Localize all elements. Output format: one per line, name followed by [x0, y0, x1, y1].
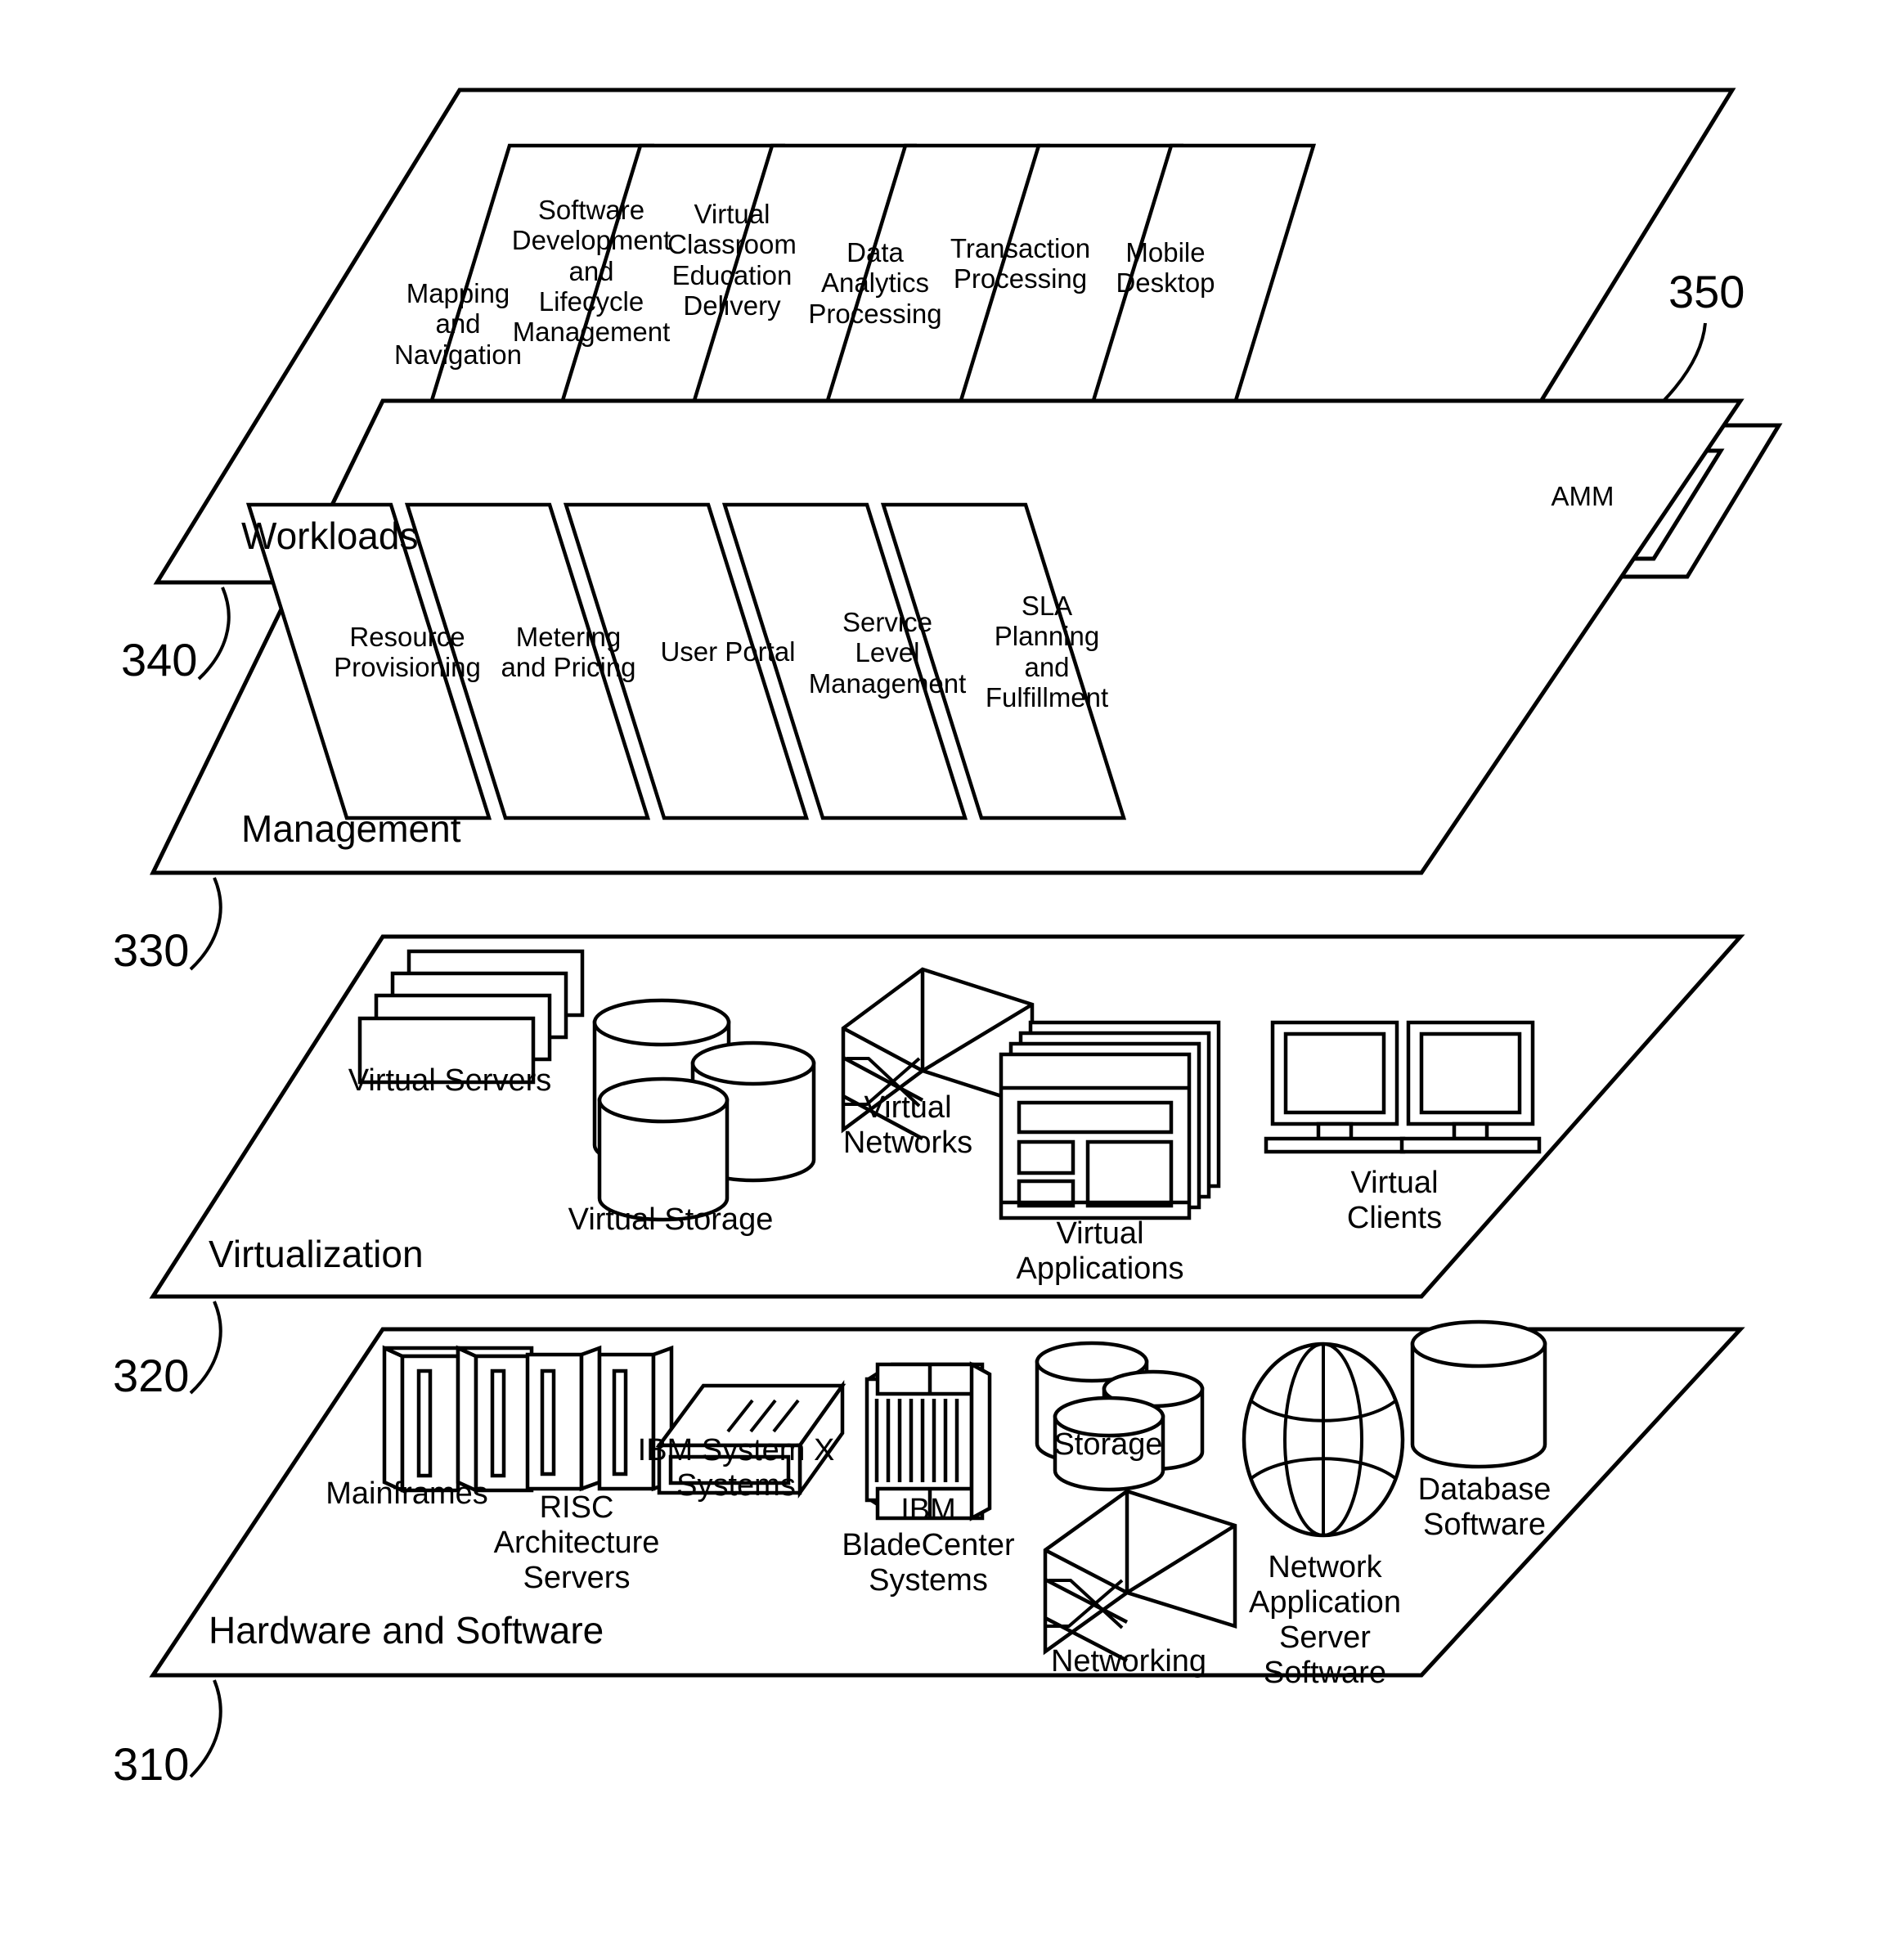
globe-icon: [1242, 1342, 1405, 1538]
ref-340: 340: [121, 634, 198, 685]
virtualization-item-label: Virtual Servers: [348, 1063, 552, 1098]
management-item-label: User Portal: [660, 636, 796, 667]
virtualization-item-label: Virtual Networks: [842, 1090, 973, 1160]
mainframe-rack-icon: [382, 1345, 534, 1494]
workloads-item-label: Virtual Classroom Education Delivery: [667, 199, 797, 321]
management-item-label: SLA Planning and Fulfillment: [985, 591, 1109, 712]
workloads-item-label: Mobile Desktop: [1116, 237, 1215, 299]
workloads-item-label: Software Development and Lifecycle Manag…: [511, 195, 671, 348]
virtualization-item-label: Virtual Applications: [1016, 1216, 1184, 1286]
layer-name-workloads: Workloads: [241, 515, 419, 557]
management-item-label: Metering and Pricing: [501, 622, 636, 683]
ref-350: 350: [1668, 266, 1745, 317]
ref-310: 310: [113, 1738, 190, 1790]
hardware-item-label: Networking: [1050, 1644, 1207, 1679]
hardware-item-label: Database Software: [1417, 1472, 1551, 1542]
workloads-item-label: Data Analytics Processing: [808, 237, 942, 329]
virtualization-item-label: Virtual Storage: [568, 1202, 774, 1237]
stacked-windows-icon: [999, 1020, 1221, 1220]
figure-canvas: Mapping and Navigation Software Developm…: [0, 0, 1904, 1937]
hardware-item-label: RISC Architecture Servers: [493, 1490, 660, 1595]
ref-320: 320: [113, 1350, 190, 1401]
virtualization-item-label: Virtual Clients: [1346, 1166, 1443, 1235]
hardware-item-label: Storage: [1053, 1427, 1163, 1462]
layer-name-hardware: Hardware and Software: [209, 1609, 604, 1652]
layer-name-management: Management: [241, 807, 461, 850]
hardware-item-label: Network Application Server Software: [1249, 1550, 1401, 1690]
ref-330: 330: [113, 924, 190, 976]
hardware-item-label: IBM BladeCenter Systems: [842, 1493, 1015, 1598]
management-item-label: Resource Provisioning: [334, 622, 481, 683]
database-cylinder-icon: [1410, 1319, 1547, 1469]
workloads-item-label: Transaction Processing: [950, 233, 1091, 294]
management-item-label: Service Level Management: [808, 607, 967, 699]
layer-name-virtualization: Virtualization: [209, 1233, 424, 1275]
amm-label: AMM: [1551, 481, 1614, 511]
